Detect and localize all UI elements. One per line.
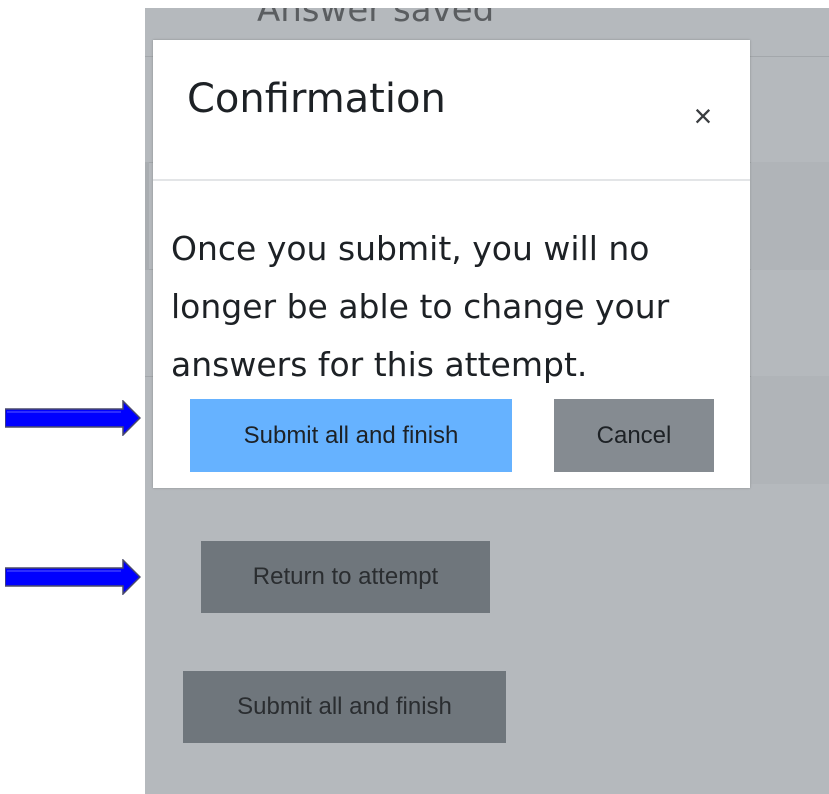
- submit-all-and-finish-button[interactable]: Submit all and finish: [183, 671, 506, 743]
- dialog-header: Confirmation ×: [153, 40, 750, 181]
- return-to-attempt-button[interactable]: Return to attempt: [201, 541, 490, 613]
- panel-right-block: [751, 162, 829, 270]
- cancel-button[interactable]: Cancel: [554, 399, 714, 472]
- confirm-submit-button[interactable]: Submit all and finish: [190, 399, 512, 472]
- panel-edge: [145, 162, 149, 270]
- confirmation-dialog: Confirmation × Once you submit, you will…: [153, 40, 750, 488]
- panel-right-block: [751, 376, 829, 484]
- dialog-title: Confirmation: [187, 76, 446, 122]
- close-icon[interactable]: ×: [685, 98, 721, 134]
- arrow-right-icon: [5, 559, 141, 595]
- arrow-right-icon: [5, 400, 141, 436]
- dialog-message: Once you submit, you will no longer be a…: [171, 229, 670, 384]
- answer-saved-status: Answer saved: [257, 8, 495, 30]
